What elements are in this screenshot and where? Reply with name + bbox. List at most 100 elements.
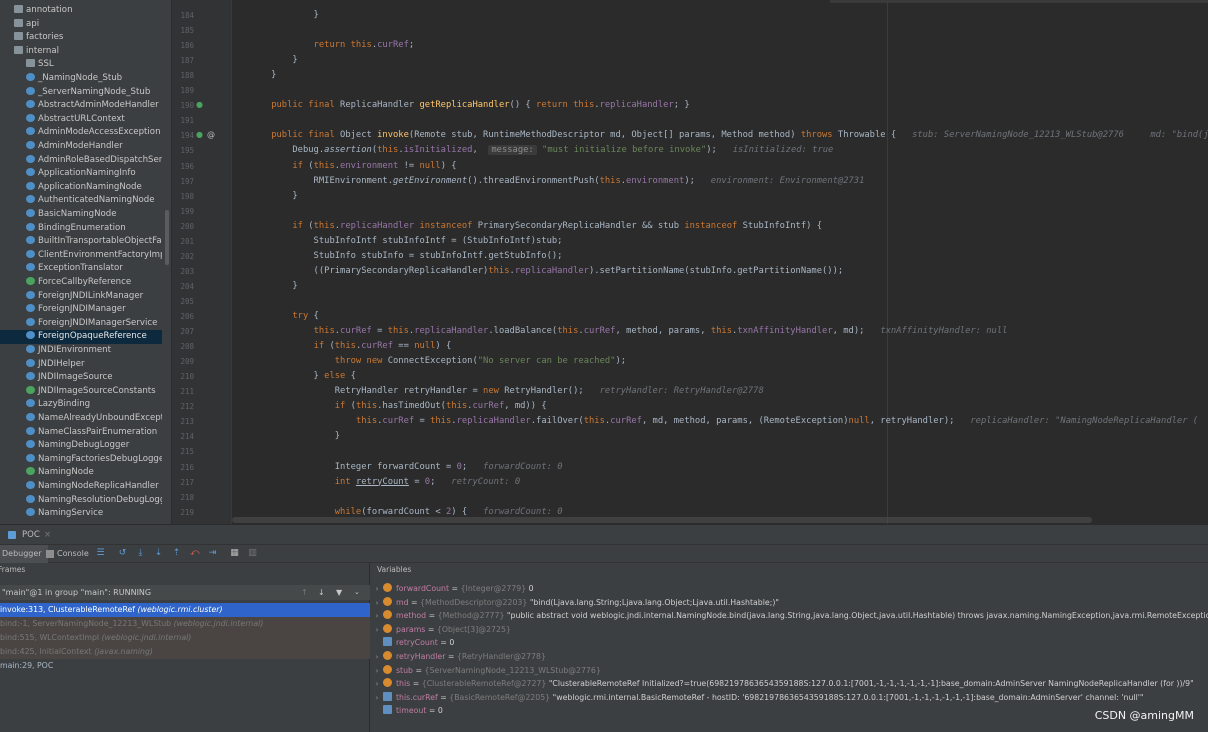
folder-icon xyxy=(26,59,35,68)
evaluate-icon[interactable]: ▦ xyxy=(230,549,239,558)
annotation-icon[interactable]: @ xyxy=(207,130,215,139)
tree-scrollbar[interactable] xyxy=(165,210,169,265)
stack-frame[interactable]: invoke:313, ClusterableRemoteRef (weblog… xyxy=(0,603,370,617)
parameter-icon xyxy=(383,651,392,660)
class-icon xyxy=(26,141,35,149)
variable-row[interactable]: › this.curRef = {BasicRemoteRef@2205} "we… xyxy=(371,691,1208,705)
tree-item[interactable]: ForeignOpaqueReference xyxy=(0,330,162,344)
tree-item-label: NameClassPairEnumeration xyxy=(38,426,158,437)
tree-item[interactable]: NamingNode xyxy=(0,466,162,480)
variable-row[interactable]: timeout = 0 xyxy=(371,704,1208,718)
tree-item[interactable]: AuthenticatedNamingNode xyxy=(0,194,162,208)
override-icon[interactable]: ● xyxy=(196,130,203,139)
variable-row[interactable]: › retryHandler = {RetryHandler@2778} xyxy=(371,650,1208,664)
tree-item[interactable]: AdminModeAccessException xyxy=(0,126,162,140)
class-icon xyxy=(26,195,35,204)
close-tab-icon[interactable]: × xyxy=(44,525,51,545)
tree-item[interactable]: NamingDebugLogger xyxy=(0,439,162,453)
chevron-right-icon[interactable]: › xyxy=(371,583,383,596)
thread-selector[interactable]: "main"@1 in group "main": RUNNING ↑ ↓ ▼ … xyxy=(0,585,370,600)
chevron-right-icon[interactable]: › xyxy=(371,651,383,664)
tree-item[interactable]: ›ForeignJNDIManagerService xyxy=(0,317,162,331)
tree-item[interactable]: ›ApplicationNamingNode xyxy=(0,181,162,195)
tree-item[interactable]: ›annotation xyxy=(0,4,162,18)
chevron-right-icon[interactable]: › xyxy=(371,665,383,678)
tree-item[interactable]: ›JNDIEnvironment xyxy=(0,344,162,358)
override-icon[interactable]: ● xyxy=(196,100,203,109)
tree-item-label: AuthenticatedNamingNode xyxy=(38,195,155,206)
step-over-icon[interactable]: ⤓ xyxy=(136,549,145,558)
chevron-right-icon[interactable]: › xyxy=(371,624,383,637)
tree-item[interactable]: ›SSL xyxy=(0,58,162,72)
tree-item[interactable]: AbstractAdminModeHandler xyxy=(0,99,162,113)
code-line: if (this.replicaHandler instanceof Prima… xyxy=(292,220,823,231)
stack-frame[interactable]: bind:515, WLContextImpl (weblogic.jndi.i… xyxy=(0,631,370,645)
tree-item[interactable]: ForceCallbyReference xyxy=(0,276,162,290)
variable-row[interactable]: › stub = {ServerNamingNode_12213_WLStub@2… xyxy=(371,664,1208,678)
stack-frame[interactable]: bind:425, InitialContext (javax.naming) xyxy=(0,645,370,659)
tree-item[interactable]: ›NamingService xyxy=(0,507,162,521)
editor-horizontal-scrollbar[interactable] xyxy=(232,517,1092,523)
tree-item[interactable]: ClientEnvironmentFactoryImpl xyxy=(0,249,162,263)
tree-item[interactable]: ⌄internal xyxy=(0,45,162,59)
chevron-right-icon[interactable]: › xyxy=(371,610,383,623)
tree-item[interactable]: JNDIImageSourceConstants xyxy=(0,385,162,399)
tree-item[interactable]: AdminRoleBasedDispatchServ xyxy=(0,154,162,168)
arrow-up-icon[interactable]: ↑ xyxy=(301,585,308,600)
tree-item[interactable]: _NamingNode_Stub xyxy=(0,72,162,86)
tree-item[interactable]: NameClassPairEnumeration xyxy=(0,426,162,440)
tree-item[interactable]: AbstractURLContext xyxy=(0,113,162,127)
debug-config-name[interactable]: POC xyxy=(22,525,40,545)
tree-item[interactable]: ›api xyxy=(0,18,162,32)
tree-item[interactable]: NameAlreadyUnboundExcepti xyxy=(0,412,162,426)
tree-item[interactable]: ›AdminModeHandler xyxy=(0,140,162,154)
tab-console[interactable]: Console xyxy=(57,545,89,563)
chevron-right-icon[interactable]: › xyxy=(371,678,383,691)
tree-item[interactable]: ›factories xyxy=(0,31,162,45)
class-icon xyxy=(26,290,35,299)
layout-icon[interactable]: ▥ xyxy=(248,549,257,558)
step-out-icon[interactable]: ⇡ xyxy=(172,549,181,558)
tree-item[interactable]: LazyBinding xyxy=(0,398,162,412)
tree-item[interactable]: NamingFactoriesDebugLogge xyxy=(0,453,162,467)
parameter-icon xyxy=(383,678,392,688)
tree-item[interactable]: NamingNodeReplicaHandler xyxy=(0,480,162,494)
run-to-cursor-icon[interactable]: ⇥ xyxy=(208,549,217,558)
parameter-icon xyxy=(383,664,392,674)
variable-row[interactable]: › forwardCount = {Integer@2779} 0 xyxy=(371,582,1208,596)
variable-row[interactable]: › md = {MethodDescriptor@2203} "bind(Ljav… xyxy=(371,596,1208,610)
variable-value: 0 xyxy=(437,706,443,716)
variable-row[interactable]: › params = {Object[3]@2725} xyxy=(371,623,1208,637)
chevron-right-icon[interactable]: › xyxy=(371,597,383,610)
variable-row[interactable]: › method = {Method@2777} "public abstract… xyxy=(371,609,1208,623)
class-icon xyxy=(26,481,35,489)
tree-item[interactable]: ApplicationNamingInfo xyxy=(0,167,162,181)
drop-frame-icon[interactable]: ⤺ xyxy=(190,549,200,558)
code-editor[interactable] xyxy=(232,0,1208,524)
tree-item[interactable]: _ServerNamingNode_Stub xyxy=(0,86,162,100)
variable-name: retryHandler xyxy=(396,652,446,661)
tree-item[interactable]: BasicNamingNode xyxy=(0,208,162,222)
stack-frame[interactable]: bind:-1, ServerNamingNode_12213_WLStub (… xyxy=(0,617,370,631)
variable-row[interactable]: › this = {ClusterableRemoteRef@2727} "Clu… xyxy=(371,677,1208,691)
tree-item[interactable]: ›JNDIHelper xyxy=(0,358,162,372)
arrow-down-icon[interactable]: ↓ xyxy=(318,585,325,600)
chevron-right-icon[interactable]: › xyxy=(371,692,383,705)
tab-debugger[interactable]: Debugger xyxy=(0,545,48,563)
filter-icon[interactable]: ▼ xyxy=(336,585,342,600)
tree-item[interactable]: NamingResolutionDebugLogg xyxy=(0,494,162,508)
tree-item[interactable]: ForeignJNDILinkManager xyxy=(0,290,162,304)
tree-item[interactable]: BindingEnumeration xyxy=(0,222,162,236)
tree-item[interactable]: ›ForeignJNDIManager xyxy=(0,303,162,317)
variable-row[interactable]: retryCount = 0 xyxy=(371,636,1208,650)
tree-item[interactable]: ›JNDIImageSource xyxy=(0,371,162,385)
stack-frame[interactable]: main:29, POC xyxy=(0,659,370,673)
show-execution-point-icon[interactable]: ↺ xyxy=(118,549,127,558)
tree-item[interactable]: ExceptionTranslator xyxy=(0,262,162,276)
menu-icon[interactable]: ☰ xyxy=(96,549,105,558)
line-number: 194 xyxy=(180,131,194,141)
step-into-icon[interactable]: ⇣ xyxy=(154,549,163,558)
tree-item[interactable]: BuiltInTransportableObjectFa xyxy=(0,235,162,249)
code-line: Integer forwardCount = 0; forwardCount: … xyxy=(250,461,563,472)
chevron-down-icon[interactable]: ⌄ xyxy=(354,585,360,600)
